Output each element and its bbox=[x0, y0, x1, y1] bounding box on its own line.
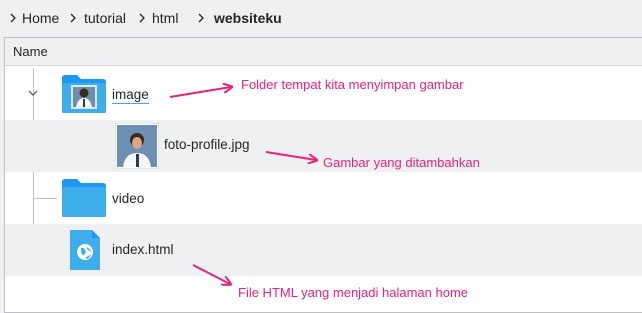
annotation-file: File HTML yang menjadi halaman home bbox=[238, 285, 469, 300]
breadcrumb: Home tutorial html websiteku bbox=[0, 0, 642, 36]
item-label: image bbox=[112, 87, 149, 104]
image-thumbnail-icon bbox=[114, 122, 160, 174]
column-header-name[interactable]: Name bbox=[5, 38, 642, 66]
item-label: index.html bbox=[112, 242, 174, 257]
item-label: video bbox=[112, 191, 145, 206]
chevron-right-icon bbox=[68, 13, 78, 23]
folder-icon bbox=[61, 176, 107, 223]
annotation-folder: Folder tempat kita menyimpan gambar bbox=[241, 77, 464, 92]
column-header-label: Name bbox=[13, 44, 48, 59]
chevron-right-icon bbox=[8, 13, 18, 23]
annotation-image: Gambar yang ditambahkan bbox=[323, 155, 480, 170]
chevron-right-icon bbox=[137, 13, 147, 23]
list-item-video[interactable]: video bbox=[5, 172, 642, 224]
chevron-down-icon[interactable] bbox=[27, 86, 39, 104]
list-item-image[interactable]: image bbox=[5, 68, 642, 120]
breadcrumb-current[interactable]: websiteku bbox=[214, 10, 282, 26]
folder-icon bbox=[61, 72, 107, 119]
breadcrumb-home[interactable]: Home bbox=[22, 10, 59, 26]
list-item-index-html[interactable]: index.html bbox=[5, 224, 642, 276]
breadcrumb-html[interactable]: html bbox=[152, 10, 178, 26]
chevron-right-icon bbox=[196, 13, 206, 23]
item-label: foto-profile.jpg bbox=[164, 137, 250, 152]
html-file-icon bbox=[68, 228, 102, 277]
breadcrumb-tutorial[interactable]: tutorial bbox=[84, 10, 126, 26]
